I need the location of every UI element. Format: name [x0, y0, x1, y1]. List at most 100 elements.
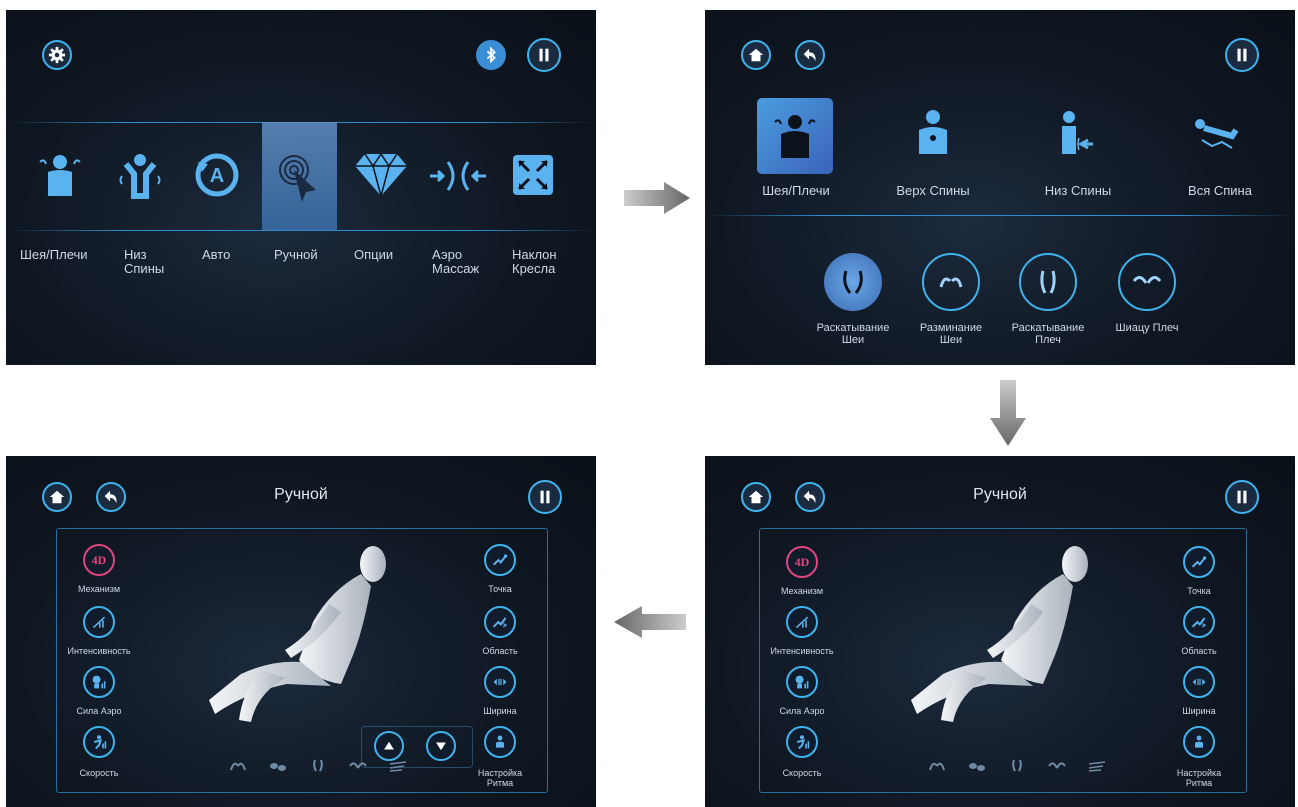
- area-icon: [1191, 617, 1206, 628]
- speed-button[interactable]: [83, 726, 115, 758]
- body-figure-image: [209, 546, 386, 722]
- menu-item-neck-shoulders[interactable]: [36, 150, 84, 200]
- mechanism-button[interactable]: 4D: [786, 546, 818, 578]
- move-down-button[interactable]: [426, 731, 456, 761]
- intensity-button[interactable]: [786, 606, 818, 638]
- technique-neck-kneading[interactable]: [922, 253, 980, 311]
- technique-neck-rolling-selected[interactable]: [824, 253, 882, 311]
- pause-button[interactable]: [1225, 480, 1259, 514]
- point-button[interactable]: [484, 544, 516, 576]
- technique-shoulder-rolling[interactable]: [1019, 253, 1077, 311]
- flow-arrow-right: [624, 182, 690, 214]
- triangle-up-icon: [384, 741, 394, 750]
- air-strength-label: Сила Аэро: [779, 706, 825, 716]
- zone-lower-back[interactable]: [1057, 108, 1101, 158]
- home-icon: [49, 490, 65, 504]
- neck-rolling-icon: [843, 270, 863, 294]
- mini-stretch-icon[interactable]: [1087, 758, 1107, 772]
- mini-rolling-icon[interactable]: [308, 758, 328, 772]
- mini-shiatsu-icon[interactable]: [1047, 758, 1067, 772]
- speed-button[interactable]: [786, 726, 818, 758]
- area-label: Область: [482, 646, 518, 656]
- neck-shoulders-icon: [774, 115, 816, 158]
- back-button[interactable]: [795, 40, 825, 70]
- pause-icon: [539, 48, 549, 62]
- lower-back-icon: [119, 154, 161, 199]
- flow-arrow-down: [990, 380, 1026, 446]
- svg-text:A: A: [210, 165, 224, 187]
- area-button[interactable]: [1183, 606, 1215, 638]
- mini-rolling-icon[interactable]: [1007, 758, 1027, 772]
- area-icon: [492, 617, 507, 628]
- point-button[interactable]: [1183, 546, 1215, 578]
- width-label: Ширина: [483, 706, 517, 716]
- menu-item-options[interactable]: [351, 150, 411, 200]
- mechanism-label: Механизм: [77, 584, 121, 594]
- zone-label-upper-back: Верх Спины: [896, 183, 970, 198]
- rhythm-button[interactable]: [484, 726, 516, 758]
- 4d-icon: 4D: [91, 552, 107, 567]
- point-label: Точка: [488, 584, 512, 594]
- speed-icon: [93, 735, 107, 750]
- home-button[interactable]: [42, 482, 72, 512]
- technique-label-neck-rolling: Раскатывание Шеи: [816, 322, 890, 346]
- settings-button[interactable]: [42, 40, 72, 70]
- mini-kneading-icon[interactable]: [228, 758, 248, 772]
- manual-touch-icon: [279, 155, 316, 202]
- mini-stretch-icon[interactable]: [388, 758, 408, 772]
- rhythm-icon: [1195, 735, 1203, 748]
- menu-item-air-massage[interactable]: [428, 158, 488, 194]
- zone-full-back[interactable]: [1192, 116, 1242, 152]
- divider: [705, 215, 1295, 216]
- zone-label-lower-back: Низ Спины: [1044, 183, 1112, 198]
- bluetooth-icon: [486, 46, 496, 64]
- mini-kneading-icon[interactable]: [927, 758, 947, 772]
- bluetooth-button[interactable]: [476, 40, 506, 70]
- intensity-label: Интенсивность: [770, 646, 834, 656]
- lower-back-icon: [1062, 111, 1093, 154]
- width-button[interactable]: [484, 666, 516, 698]
- menu-item-lower-back[interactable]: [116, 150, 164, 200]
- zone-upper-back[interactable]: [913, 108, 953, 158]
- intensity-button[interactable]: [83, 606, 115, 638]
- menu-item-auto[interactable]: A: [192, 150, 242, 200]
- rhythm-button[interactable]: [1183, 726, 1215, 758]
- pause-icon: [1237, 490, 1247, 504]
- pause-button[interactable]: [528, 480, 562, 514]
- speed-icon: [796, 735, 810, 750]
- back-button[interactable]: [795, 482, 825, 512]
- mini-tapping-icon[interactable]: [967, 758, 987, 772]
- page-title: Ручной: [973, 486, 1027, 503]
- diamond-icon: [355, 152, 407, 199]
- mini-shiatsu-icon[interactable]: [348, 758, 368, 772]
- air-massage-icon: [430, 161, 486, 191]
- home-button[interactable]: [741, 482, 771, 512]
- full-back-icon: [1195, 119, 1239, 149]
- pause-button[interactable]: [1225, 38, 1259, 72]
- area-button[interactable]: [484, 606, 516, 638]
- recline-icon: [513, 155, 553, 195]
- move-up-button[interactable]: [374, 731, 404, 761]
- intensity-icon: [795, 616, 809, 629]
- gear-icon: [48, 46, 66, 64]
- menu-item-recline[interactable]: [511, 153, 555, 197]
- 4d-icon: 4D: [794, 554, 810, 569]
- mini-tapping-icon[interactable]: [268, 758, 288, 772]
- intensity-icon: [92, 616, 106, 629]
- air-strength-button[interactable]: [83, 666, 115, 698]
- point-label: Точка: [1187, 586, 1211, 596]
- zone-neck-shoulders-selected[interactable]: [757, 98, 833, 174]
- back-button[interactable]: [96, 482, 126, 512]
- home-button[interactable]: [741, 40, 771, 70]
- mechanism-button[interactable]: 4D: [83, 544, 115, 576]
- menu-label-options: Опции: [354, 247, 394, 262]
- air-strength-button[interactable]: [786, 666, 818, 698]
- menu-item-manual[interactable]: [274, 150, 324, 205]
- point-icon: [1191, 556, 1207, 568]
- technique-shoulder-shiatsu[interactable]: [1118, 253, 1176, 311]
- point-icon: [492, 554, 508, 566]
- width-button[interactable]: [1183, 666, 1215, 698]
- zone-label-full-back: Вся Спина: [1188, 183, 1252, 198]
- menu-label-lower-back: Низ Спины: [124, 247, 165, 276]
- pause-button[interactable]: [527, 38, 561, 72]
